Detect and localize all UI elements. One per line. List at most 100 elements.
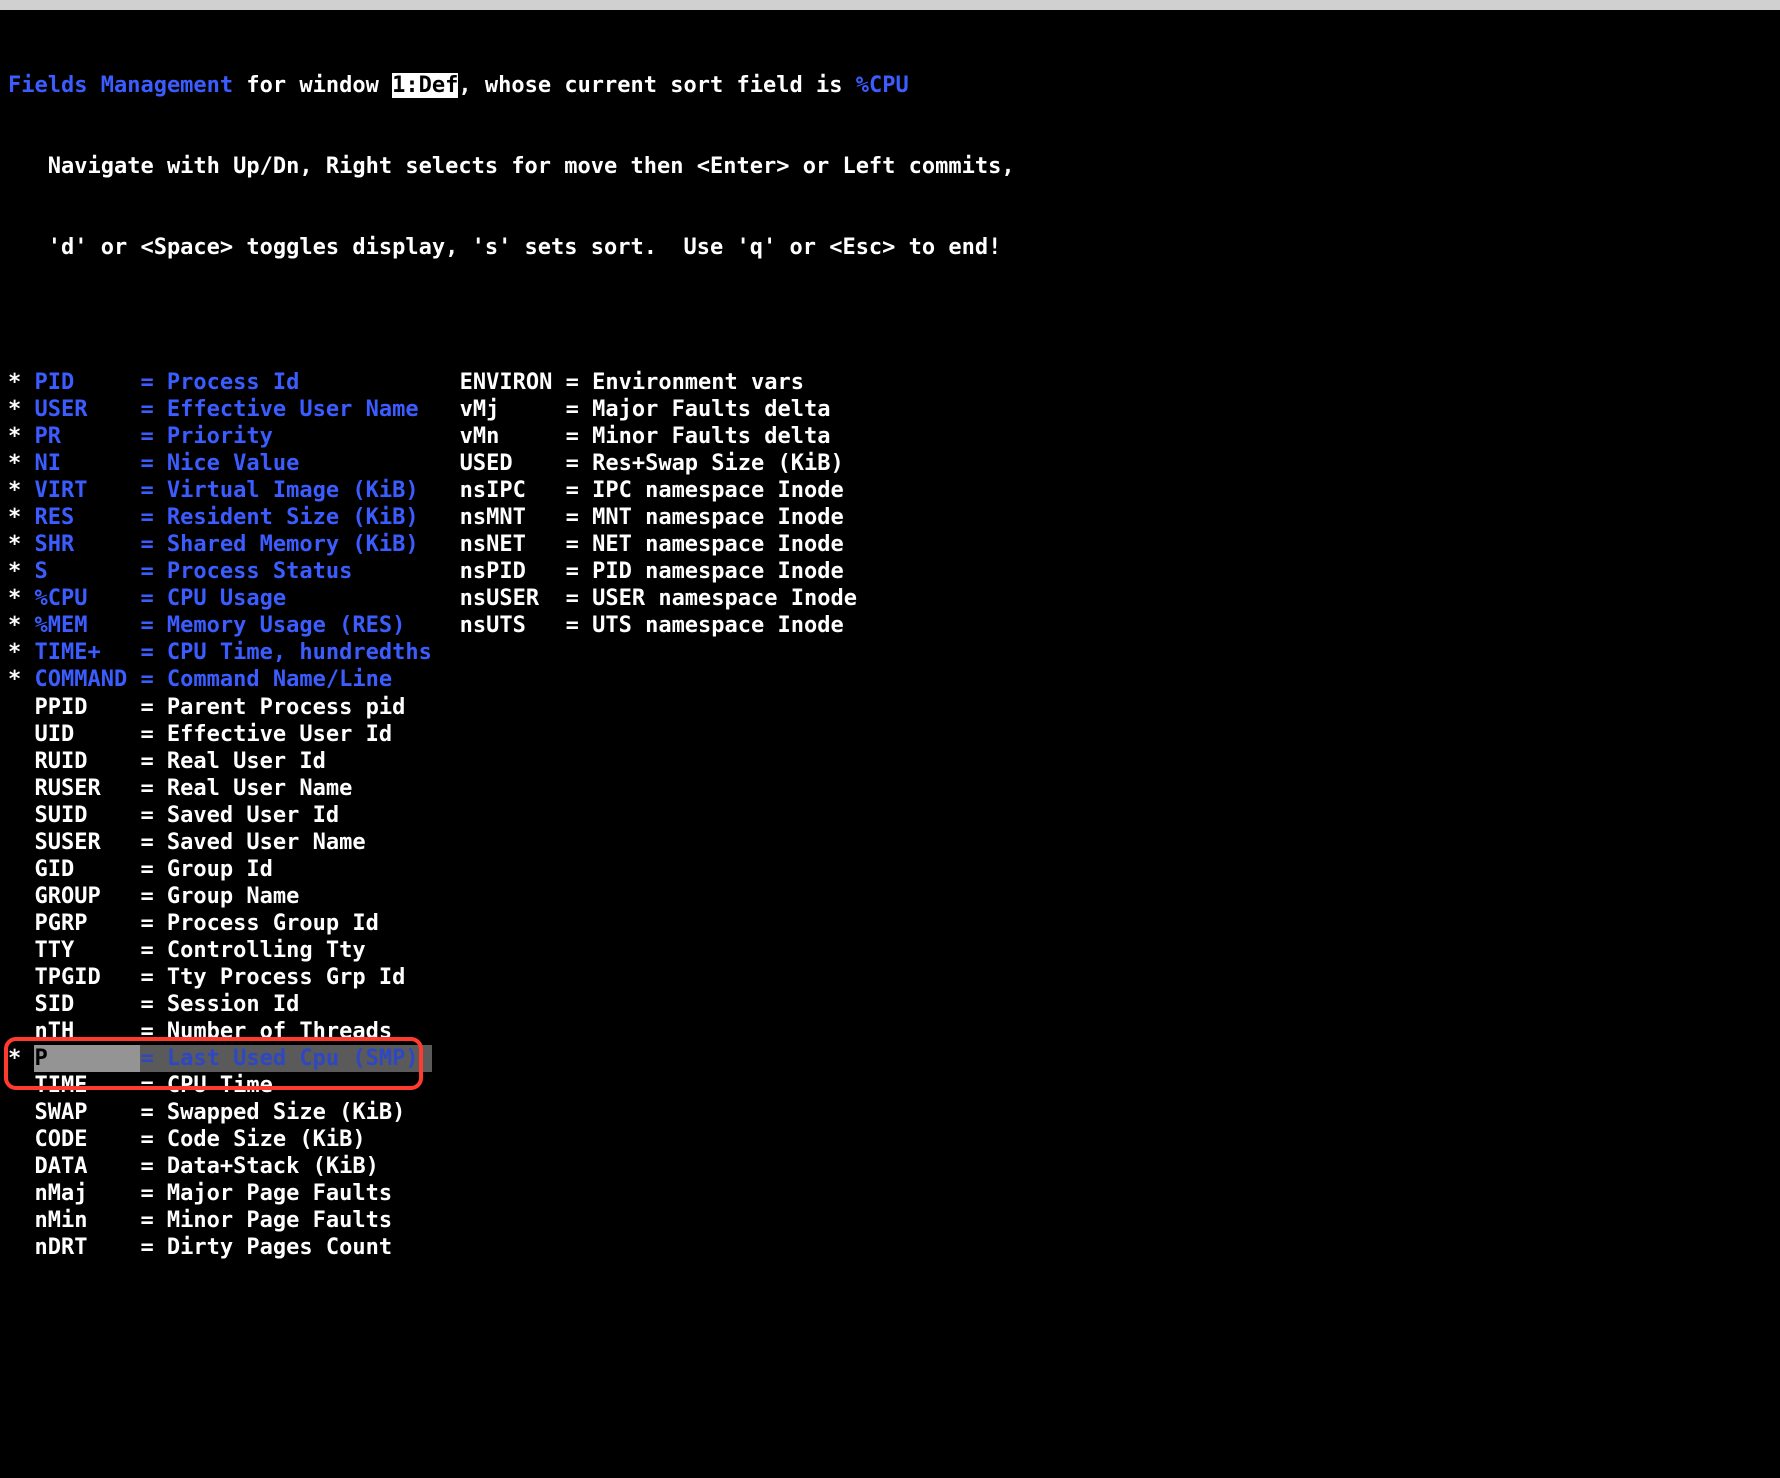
field-row[interactable]: PPID = Parent Process pid xyxy=(8,694,432,721)
field-desc: IPC namespace Inode xyxy=(592,477,844,504)
fields-columns: * PID = Process Id* USER = Effective Use… xyxy=(8,369,1772,1262)
field-row[interactable]: nsPID = PID namespace Inode xyxy=(433,558,857,585)
field-desc: Minor Faults delta xyxy=(592,423,830,450)
field-row[interactable]: nsUSER = USER namespace Inode xyxy=(433,585,857,612)
field-desc: Parent Process pid xyxy=(167,694,405,721)
field-star xyxy=(8,1126,34,1153)
field-star xyxy=(433,423,459,450)
field-row[interactable]: SUSER = Saved User Name xyxy=(8,829,432,856)
field-row[interactable]: PGRP = Process Group Id xyxy=(8,910,432,937)
field-equal: = xyxy=(140,721,166,748)
field-row[interactable]: nsUTS = UTS namespace Inode xyxy=(433,612,857,639)
field-desc: Major Page Faults xyxy=(167,1180,392,1207)
field-star xyxy=(8,1099,34,1126)
field-row[interactable]: SWAP = Swapped Size (KiB) xyxy=(8,1099,432,1126)
field-desc: Memory Usage (RES) xyxy=(167,612,405,639)
field-desc: Virtual Image (KiB) xyxy=(167,477,419,504)
field-row[interactable]: TTY = Controlling Tty xyxy=(8,937,432,964)
field-row[interactable]: * VIRT = Virtual Image (KiB) xyxy=(8,477,432,504)
field-key: TTY xyxy=(34,937,140,964)
field-desc: PID namespace Inode xyxy=(592,558,844,585)
field-row[interactable]: SID = Session Id xyxy=(8,991,432,1018)
field-equal: = xyxy=(140,477,166,504)
field-row[interactable]: nsNET = NET namespace Inode xyxy=(433,531,857,558)
field-row[interactable]: GROUP = Group Name xyxy=(8,883,432,910)
field-row[interactable]: SUID = Saved User Id xyxy=(8,802,432,829)
field-equal: = xyxy=(140,450,166,477)
field-row[interactable]: UID = Effective User Id xyxy=(8,721,432,748)
field-equal: = xyxy=(140,531,166,558)
field-row[interactable]: GID = Group Id xyxy=(8,856,432,883)
field-row[interactable]: * %MEM = Memory Usage (RES) xyxy=(8,612,432,639)
field-key: GID xyxy=(34,856,140,883)
field-row[interactable]: nDRT = Dirty Pages Count xyxy=(8,1234,432,1261)
field-row[interactable]: vMj = Major Faults delta xyxy=(433,396,857,423)
field-row[interactable]: * PR = Priority xyxy=(8,423,432,450)
field-key: nsUTS xyxy=(460,612,566,639)
field-equal: = xyxy=(566,504,592,531)
help-line-1: Navigate with Up/Dn, Right selects for m… xyxy=(8,153,1772,180)
field-star xyxy=(433,612,459,639)
field-equal: = xyxy=(566,477,592,504)
field-desc: Controlling Tty xyxy=(167,937,366,964)
field-key: ENVIRON xyxy=(460,369,566,396)
field-star: * xyxy=(8,369,34,396)
field-row[interactable]: TPGID = Tty Process Grp Id xyxy=(8,964,432,991)
field-star xyxy=(8,1180,34,1207)
field-row[interactable]: * COMMAND= Command Name/Line xyxy=(8,666,432,693)
field-row[interactable]: * S = Process Status xyxy=(8,558,432,585)
field-desc: Nice Value xyxy=(167,450,299,477)
terminal-area[interactable]: Fields Management for window 1:Def, whos… xyxy=(0,10,1780,1289)
field-key: VIRT xyxy=(34,477,140,504)
field-row[interactable]: USED = Res+Swap Size (KiB) xyxy=(433,450,857,477)
field-equal: = xyxy=(140,396,166,423)
field-key: COMMAND xyxy=(34,666,140,693)
field-row[interactable]: * USER = Effective User Name xyxy=(8,396,432,423)
field-equal: = xyxy=(140,694,166,721)
field-row[interactable]: * TIME+ = CPU Time, hundredths xyxy=(8,639,432,666)
field-key: RES xyxy=(34,504,140,531)
field-star: * xyxy=(8,666,34,693)
field-desc: Effective User Id xyxy=(167,721,392,748)
field-star: * xyxy=(8,450,34,477)
field-key: nsPID xyxy=(460,558,566,585)
field-key: nsNET xyxy=(460,531,566,558)
field-desc: Environment vars xyxy=(592,369,804,396)
field-desc: Shared Memory (KiB) xyxy=(167,531,419,558)
field-row[interactable]: * P = Last Used Cpu (SMP) xyxy=(8,1045,432,1072)
field-desc: Group Name xyxy=(167,883,299,910)
field-row[interactable]: * RES = Resident Size (KiB) xyxy=(8,504,432,531)
field-row[interactable]: RUID = Real User Id xyxy=(8,748,432,775)
field-star xyxy=(433,558,459,585)
field-desc: Process Status xyxy=(167,558,352,585)
field-row[interactable]: * %CPU = CPU Usage xyxy=(8,585,432,612)
field-row[interactable]: TIME = CPU Time xyxy=(8,1072,432,1099)
field-star: * xyxy=(8,396,34,423)
field-row[interactable]: * NI = Nice Value xyxy=(8,450,432,477)
field-desc: MNT namespace Inode xyxy=(592,504,844,531)
field-row[interactable]: DATA = Data+Stack (KiB) xyxy=(8,1153,432,1180)
field-row[interactable]: CODE = Code Size (KiB) xyxy=(8,1126,432,1153)
field-row[interactable]: nsIPC = IPC namespace Inode xyxy=(433,477,857,504)
header-line-1: Fields Management for window 1:Def, whos… xyxy=(8,72,1772,99)
field-star: * xyxy=(8,1045,34,1072)
field-key: SHR xyxy=(34,531,140,558)
field-key: TPGID xyxy=(34,964,140,991)
field-equal: = xyxy=(140,937,166,964)
field-row[interactable]: nMin = Minor Page Faults xyxy=(8,1207,432,1234)
field-key: nDRT xyxy=(34,1234,140,1261)
field-row[interactable]: nsMNT = MNT namespace Inode xyxy=(433,504,857,531)
field-row[interactable]: * PID = Process Id xyxy=(8,369,432,396)
field-star xyxy=(8,775,34,802)
field-star: * xyxy=(8,558,34,585)
field-row[interactable]: vMn = Minor Faults delta xyxy=(433,423,857,450)
field-key: TIME xyxy=(34,1072,140,1099)
field-row[interactable]: RUSER = Real User Name xyxy=(8,775,432,802)
field-equal: = xyxy=(140,1234,166,1261)
field-row[interactable]: nMaj = Major Page Faults xyxy=(8,1180,432,1207)
field-row[interactable]: ENVIRON= Environment vars xyxy=(433,369,857,396)
field-equal: = xyxy=(140,1126,166,1153)
field-row[interactable]: * SHR = Shared Memory (KiB) xyxy=(8,531,432,558)
field-row[interactable]: nTH = Number of Threads xyxy=(8,1018,432,1045)
field-star: * xyxy=(8,531,34,558)
